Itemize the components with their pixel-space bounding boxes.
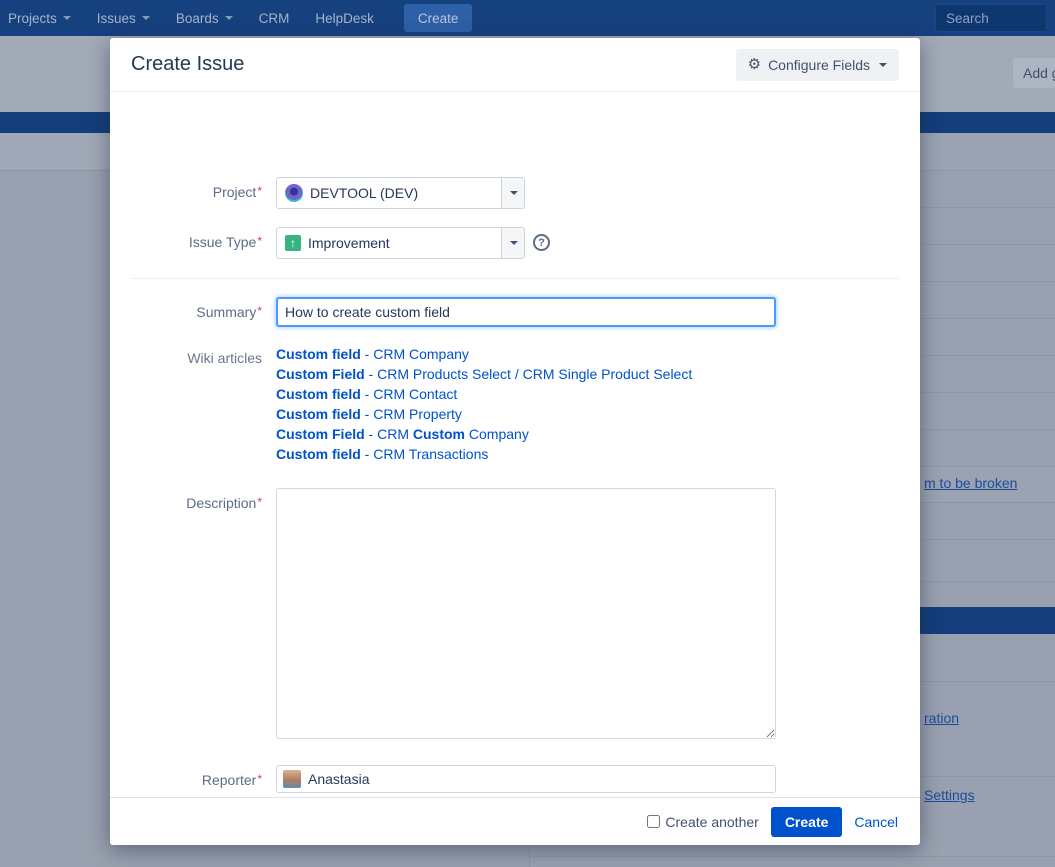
description-field-row: Description [110, 488, 776, 742]
wiki-article-link[interactable]: Custom Field - CRM Products Select / CRM… [276, 364, 692, 384]
wiki-articles-row: Wiki articles Custom field - CRM Company… [110, 344, 692, 464]
search-box [935, 4, 1047, 32]
wiki-article-text: - CRM [365, 426, 413, 442]
wiki-article-text: Company [465, 426, 529, 442]
project-field-row: Project DEVTOOL (DEV) [110, 177, 525, 209]
reporter-avatar [283, 770, 301, 788]
wiki-article-text: - CRM Property [361, 406, 462, 422]
project-select[interactable]: DEVTOOL (DEV) [276, 177, 525, 209]
configure-fields-label: Configure Fields [768, 57, 870, 73]
summary-field-row: Summary [110, 297, 776, 327]
dialog-body: Project DEVTOOL (DEV) Issue Type ↑ Impro… [110, 92, 920, 797]
issue-type-dropdown-arrow[interactable] [501, 228, 524, 258]
description-label: Description [110, 488, 262, 742]
summary-label: Summary [110, 297, 262, 327]
nav-issues[interactable]: Issues [97, 11, 150, 26]
help-icon[interactable]: ? [533, 234, 550, 251]
nav-boards-label: Boards [176, 11, 219, 26]
nav-create-button[interactable]: Create [404, 4, 473, 32]
summary-input[interactable] [276, 297, 776, 327]
reporter-input[interactable]: Anastasia [276, 765, 776, 793]
gear-icon: ⚙ [748, 57, 761, 72]
wiki-article-text: Custom field [276, 346, 361, 362]
wiki-article-text: - CRM Transactions [361, 446, 489, 462]
background-link-broken[interactable]: m to be broken [924, 475, 1017, 491]
wiki-article-link[interactable]: Custom field - CRM Contact [276, 384, 692, 404]
section-divider [131, 278, 899, 279]
configure-fields-button[interactable]: ⚙ Configure Fields [736, 49, 899, 81]
wiki-articles-label: Wiki articles [110, 344, 262, 464]
project-avatar-icon [285, 184, 303, 202]
dialog-title: Create Issue [131, 53, 244, 76]
add-gadget-button[interactable]: Add g [1013, 58, 1055, 88]
issue-type-field-row: Issue Type ↑ Improvement ? [110, 227, 550, 259]
wiki-article-text: Custom field [276, 446, 361, 462]
wiki-articles-list: Custom field - CRM CompanyCustom Field -… [276, 344, 692, 464]
search-input[interactable] [935, 4, 1047, 32]
issue-type-value-text: Improvement [308, 235, 390, 251]
wiki-article-link[interactable]: Custom Field - CRM Custom Company [276, 424, 692, 444]
project-select-value: DEVTOOL (DEV) [277, 178, 501, 208]
cancel-link[interactable]: Cancel [854, 814, 898, 830]
chevron-down-icon [510, 191, 518, 195]
nav-issues-label: Issues [97, 11, 136, 26]
issue-type-label: Issue Type [110, 227, 262, 259]
create-issue-dialog: Create Issue ⚙ Configure Fields Project … [110, 38, 920, 845]
wiki-article-link[interactable]: Custom field - CRM Transactions [276, 444, 692, 464]
wiki-article-link[interactable]: Custom field - CRM Company [276, 344, 692, 364]
project-dropdown-arrow[interactable] [501, 178, 524, 208]
background-row [530, 857, 1055, 867]
create-another-label: Create another [665, 814, 758, 830]
dialog-footer: Create another Create Cancel [110, 797, 920, 845]
create-another-option: Create another [647, 814, 758, 830]
nav-boards[interactable]: Boards [176, 11, 233, 26]
chevron-down-icon [63, 16, 71, 20]
chevron-down-icon [879, 63, 887, 67]
description-textarea[interactable] [276, 488, 776, 739]
nav-crm-label: CRM [259, 11, 290, 26]
wiki-article-text: - CRM Products Select / CRM Single Produ… [365, 366, 693, 382]
create-button[interactable]: Create [771, 807, 843, 837]
improvement-type-icon: ↑ [285, 235, 301, 251]
top-navbar: Projects Issues Boards CRM HelpDesk Crea… [0, 0, 1055, 36]
nav-helpdesk-label: HelpDesk [315, 11, 374, 26]
dialog-header: Create Issue ⚙ Configure Fields [110, 38, 920, 92]
chevron-down-icon [510, 241, 518, 245]
nav-projects[interactable]: Projects [8, 11, 71, 26]
issue-type-select[interactable]: ↑ Improvement [276, 227, 525, 259]
project-value-text: DEVTOOL (DEV) [310, 185, 418, 201]
issue-type-select-value: ↑ Improvement [277, 228, 501, 258]
chevron-down-icon [225, 16, 233, 20]
nav-projects-label: Projects [8, 11, 57, 26]
wiki-article-text: - CRM Contact [361, 386, 457, 402]
wiki-article-text: Custom field [276, 406, 361, 422]
wiki-article-link[interactable]: Custom field - CRM Property [276, 404, 692, 424]
background-link-settings[interactable]: Settings [924, 787, 975, 803]
chevron-down-icon [142, 16, 150, 20]
create-another-checkbox[interactable] [647, 815, 660, 828]
nav-crm[interactable]: CRM [259, 11, 290, 26]
wiki-article-text: - CRM Company [361, 346, 469, 362]
reporter-name-text: Anastasia [308, 771, 369, 787]
wiki-article-text: Custom [413, 426, 465, 442]
wiki-article-text: Custom field [276, 386, 361, 402]
nav-helpdesk[interactable]: HelpDesk [315, 11, 374, 26]
wiki-article-text: Custom Field [276, 426, 365, 442]
project-label: Project [110, 177, 262, 209]
wiki-article-text: Custom Field [276, 366, 365, 382]
background-link-ration[interactable]: ration [924, 710, 959, 726]
